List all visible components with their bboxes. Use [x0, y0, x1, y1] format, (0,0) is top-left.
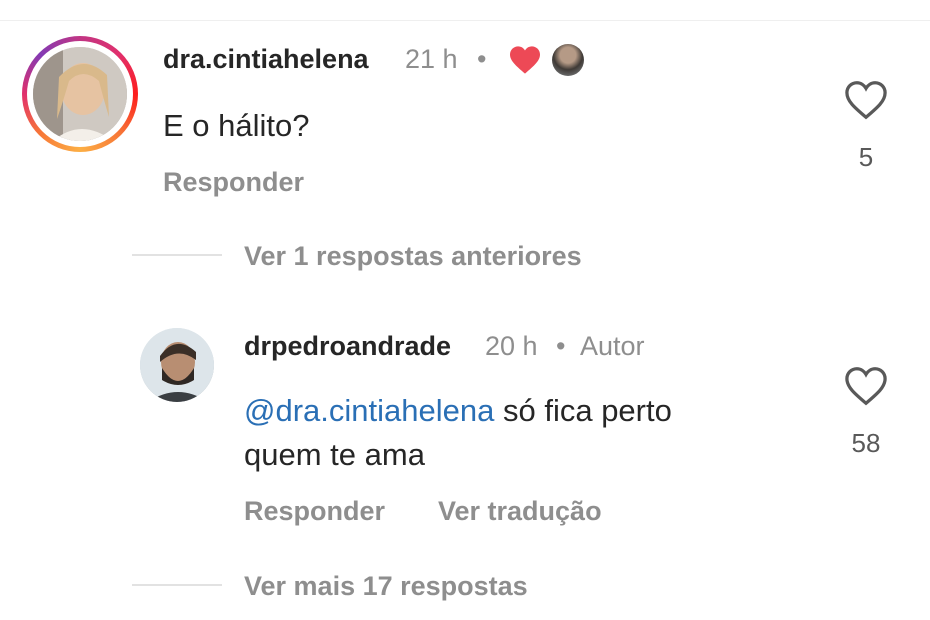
replies-divider: [132, 584, 222, 586]
author-badge: Autor: [580, 331, 645, 361]
like-count: 5: [858, 142, 874, 172]
comment-username[interactable]: dra.cintiahelena: [163, 44, 369, 75]
mention-link[interactable]: @dra.cintiahelena: [244, 393, 494, 428]
like-heart-icon[interactable]: [844, 366, 888, 406]
like-heart-icon[interactable]: [844, 80, 888, 120]
reply-text: só fica perto: [502, 393, 672, 428]
reply-button[interactable]: Responder: [163, 167, 304, 198]
avatar[interactable]: [33, 47, 127, 141]
comments-thread: dra.cintiahelena 21 h • E o hálito? Resp…: [0, 0, 930, 620]
view-more-replies-button[interactable]: Ver mais 17 respostas: [244, 571, 528, 602]
like-count: 58: [851, 428, 881, 458]
divider: [0, 20, 930, 21]
translate-button[interactable]: Ver tradução: [438, 496, 602, 527]
avatar[interactable]: [140, 328, 214, 402]
reply-button[interactable]: Responder: [244, 496, 385, 527]
reply-username[interactable]: drpedroandrade: [244, 331, 451, 362]
separator-dot: •: [477, 44, 487, 74]
reply-text-line-2: quem te ama: [244, 437, 425, 472]
author-mini-avatar: [552, 44, 584, 76]
avatar-image: [33, 47, 127, 141]
avatar-image: [140, 328, 214, 402]
comment-time: 21 h: [405, 44, 458, 74]
comment-text: E o hálito?: [163, 108, 310, 143]
replies-divider: [132, 254, 222, 256]
heart-icon: [508, 45, 542, 75]
separator-dot: •: [556, 331, 566, 361]
reply-text-line-1: @dra.cintiahelena só fica perto: [244, 389, 672, 433]
reply-time: 20 h: [485, 331, 538, 361]
view-previous-replies-button[interactable]: Ver 1 respostas anteriores: [244, 241, 582, 272]
